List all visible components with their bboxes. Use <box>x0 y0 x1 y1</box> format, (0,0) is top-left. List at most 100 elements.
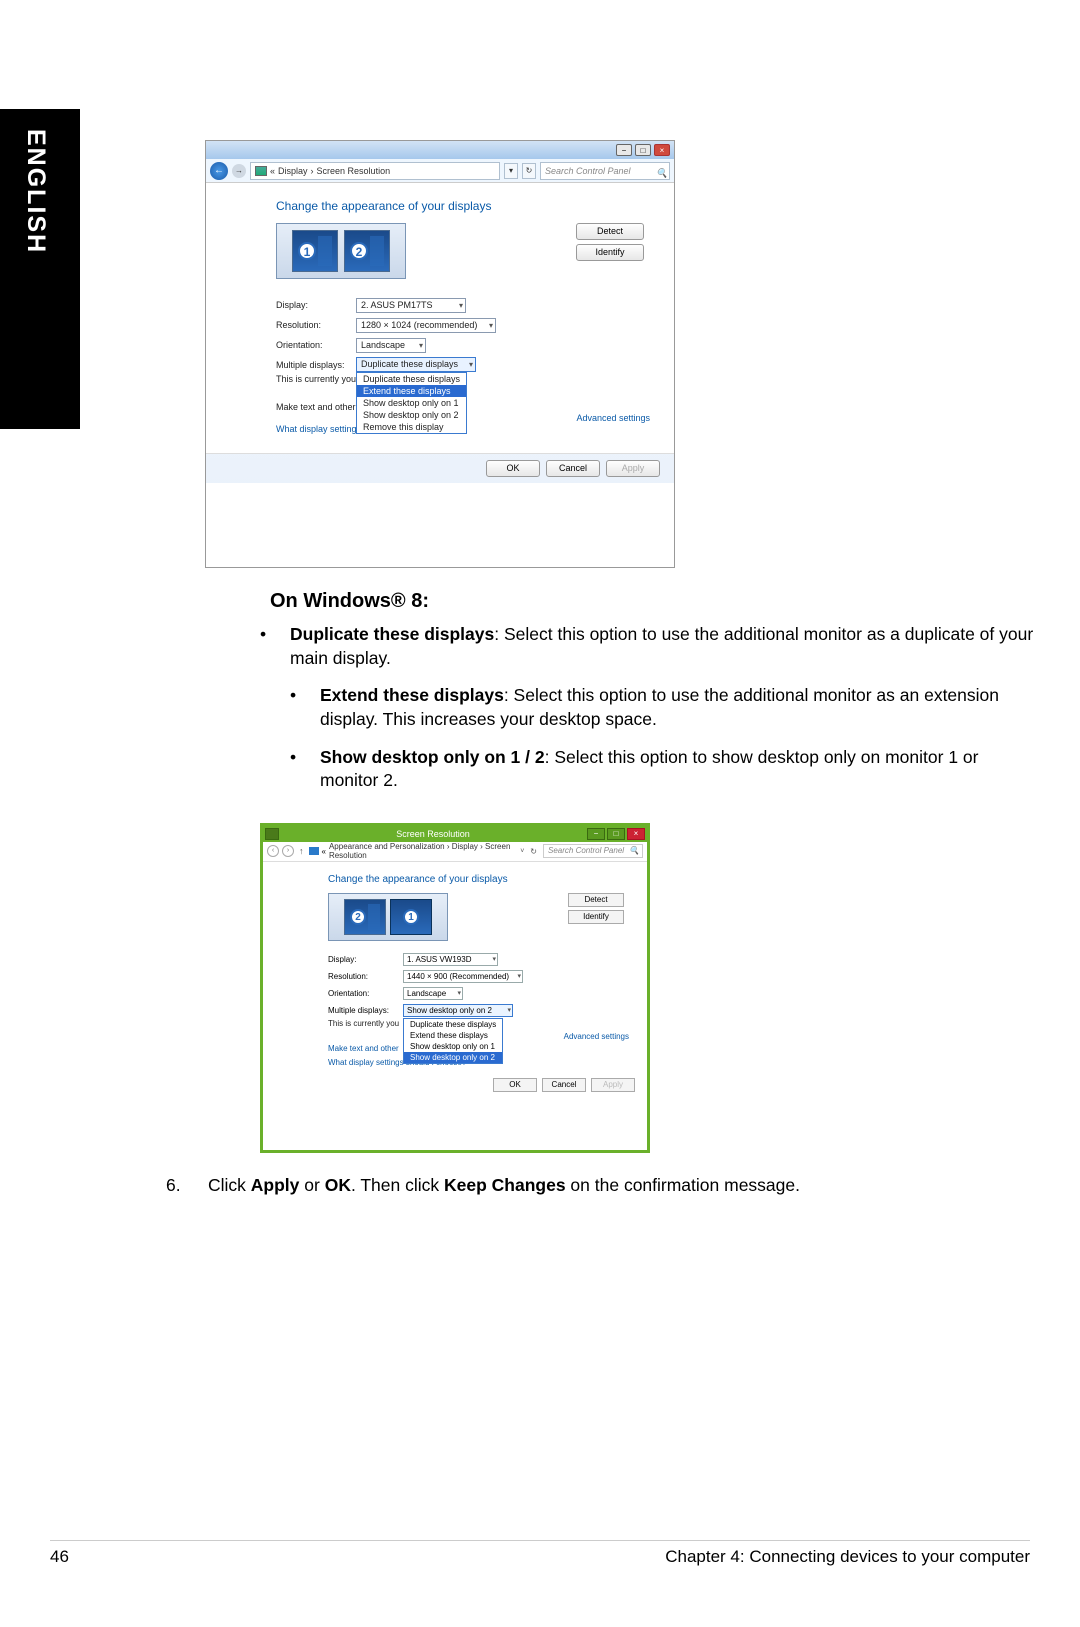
multiple-displays-combo[interactable]: Duplicate these displays <box>356 357 476 372</box>
multiple-label: Multiple displays: <box>276 360 356 370</box>
bc-part: « <box>270 166 275 176</box>
apply-button[interactable]: Apply <box>591 1078 635 1092</box>
dropdown-option[interactable]: Extend these displays <box>357 385 466 397</box>
identify-button[interactable]: Identify <box>568 910 624 924</box>
monitor-icon <box>255 166 267 176</box>
up-icon[interactable]: ↑ <box>297 846 306 856</box>
minimize-icon[interactable]: − <box>616 144 632 156</box>
resolution-combo[interactable]: 1280 × 1024 (recommended) <box>356 318 496 333</box>
cancel-button[interactable]: Cancel <box>542 1078 586 1092</box>
multiple-dropdown[interactable]: Duplicate these displays Extend these di… <box>403 1018 503 1064</box>
search-placeholder: Search Control Panel <box>545 166 631 176</box>
win7-titlebar: − □ × <box>206 141 674 159</box>
dropdown-option[interactable]: Show desktop only on 2 <box>404 1052 502 1063</box>
orientation-combo[interactable]: Landscape <box>403 987 463 1000</box>
page-number: 46 <box>50 1547 69 1567</box>
refresh-icon[interactable]: ↻ <box>522 163 536 179</box>
monitor-1: 1 <box>390 899 432 935</box>
breadcrumb[interactable]: Appearance and Personalization › Display… <box>329 842 513 860</box>
win8-navbar: ‹ › ↑ « Appearance and Personalization ›… <box>263 842 647 862</box>
orientation-combo[interactable]: Landscape <box>356 338 426 353</box>
page-title: Change the appearance of your displays <box>276 199 674 213</box>
close-icon[interactable]: × <box>654 144 670 156</box>
search-input[interactable]: Search Control Panel 🔍 <box>543 844 643 858</box>
make-text-link[interactable]: Make text and other <box>328 1044 399 1053</box>
display-combo[interactable]: 2. ASUS PM17TS <box>356 298 466 313</box>
window-icon <box>265 828 279 840</box>
dropdown-option[interactable]: Duplicate these displays <box>357 373 466 385</box>
advanced-settings-link[interactable]: Advanced settings <box>576 413 650 423</box>
orientation-label: Orientation: <box>328 989 403 998</box>
multiple-dropdown[interactable]: Duplicate these displays Extend these di… <box>356 372 467 434</box>
cancel-button[interactable]: Cancel <box>546 460 600 477</box>
search-placeholder: Search Control Panel <box>548 846 624 855</box>
refresh-icon[interactable]: ↻ <box>527 847 540 856</box>
main-display-text: This is currently you <box>276 374 356 384</box>
ok-button[interactable]: OK <box>493 1078 537 1092</box>
display-label: Display: <box>328 955 403 964</box>
language-tab: ENGLISH <box>0 109 80 429</box>
resolution-label: Resolution: <box>276 320 356 330</box>
dropdown-option[interactable]: Show desktop only on 1 <box>404 1041 502 1052</box>
win7-screenshot: − □ × ← → « Display › Screen Resolution … <box>205 140 675 568</box>
bullet-duplicate: • Duplicate these displays: Select this … <box>260 623 1040 670</box>
ok-button[interactable]: OK <box>486 460 540 477</box>
monitor-1: 1 <box>292 230 338 272</box>
win8-titlebar: Screen Resolution − □ × <box>263 826 647 842</box>
monitor-2: 2 <box>344 230 390 272</box>
monitor-icon <box>309 847 319 855</box>
breadcrumb[interactable]: « Display › Screen Resolution <box>250 162 500 180</box>
dropdown-option[interactable]: Show desktop only on 2 <box>357 409 466 421</box>
dialog-footer: OK Cancel Apply <box>206 453 674 483</box>
bullet-extend: • Extend these displays: Select this opt… <box>290 684 1040 731</box>
advanced-settings-link[interactable]: Advanced settings <box>564 1032 629 1041</box>
bc-part: Screen Resolution <box>317 166 391 176</box>
back-icon[interactable]: ‹ <box>267 845 279 857</box>
display-label: Display: <box>276 300 356 310</box>
make-text-link: Make text and other <box>276 402 356 412</box>
window-title: Screen Resolution <box>396 829 470 839</box>
dropdown-option[interactable]: Remove this display <box>357 421 466 433</box>
forward-icon[interactable]: → <box>232 164 246 178</box>
dropdown-option[interactable]: Extend these displays <box>404 1030 502 1041</box>
chevron-down-icon[interactable]: ˅ <box>520 848 524 855</box>
bullet-show-only: • Show desktop only on 1 / 2: Select thi… <box>290 746 1040 793</box>
search-input[interactable]: Search Control Panel 🔍 <box>540 162 670 180</box>
dialog-footer: OK Cancel Apply <box>263 1074 647 1100</box>
identify-button[interactable]: Identify <box>576 244 644 261</box>
page-title: Change the appearance of your displays <box>328 874 647 885</box>
resolution-combo[interactable]: 1440 × 900 (Recommended) <box>403 970 523 983</box>
win8-screenshot: Screen Resolution − □ × ‹ › ↑ « Appearan… <box>260 823 650 1153</box>
page-footer: 46 Chapter 4: Connecting devices to your… <box>50 1540 1030 1567</box>
back-icon[interactable]: ← <box>210 162 228 180</box>
chevron-down-icon[interactable]: ▾ <box>504 163 518 179</box>
detect-button[interactable]: Detect <box>576 223 644 240</box>
dropdown-option[interactable]: Show desktop only on 1 <box>357 397 466 409</box>
dropdown-option[interactable]: Duplicate these displays <box>404 1019 502 1030</box>
search-icon: 🔍 <box>629 845 639 857</box>
display-arrangement[interactable]: 1 2 <box>276 223 406 279</box>
monitor-2: 2 <box>344 899 386 935</box>
apply-button[interactable]: Apply <box>606 460 660 477</box>
orientation-label: Orientation: <box>276 340 356 350</box>
bc-part: › <box>311 166 314 176</box>
chapter-title: Chapter 4: Connecting devices to your co… <box>665 1547 1030 1567</box>
maximize-icon[interactable]: □ <box>635 144 651 156</box>
display-combo[interactable]: 1. ASUS VW193D <box>403 953 498 966</box>
search-icon: 🔍 <box>656 165 666 175</box>
detect-button[interactable]: Detect <box>568 893 624 907</box>
main-display-text: This is currently you <box>328 1019 399 1028</box>
multiple-displays-combo[interactable]: Show desktop only on 2 <box>403 1004 513 1017</box>
resolution-label: Resolution: <box>328 972 403 981</box>
display-arrangement[interactable]: 2 1 <box>328 893 448 941</box>
bc-part: Display <box>278 166 308 176</box>
close-icon[interactable]: × <box>627 828 645 840</box>
win7-navbar: ← → « Display › Screen Resolution ▾ ↻ Se… <box>206 159 674 183</box>
step-6: 6. Click Apply or OK. Then click Keep Ch… <box>160 1175 1040 1196</box>
multiple-label: Multiple displays: <box>328 1006 403 1015</box>
section-heading: On Windows® 8: <box>270 590 1040 613</box>
forward-icon[interactable]: › <box>282 845 294 857</box>
maximize-icon[interactable]: □ <box>607 828 625 840</box>
minimize-icon[interactable]: − <box>587 828 605 840</box>
language-label: ENGLISH <box>21 129 50 254</box>
